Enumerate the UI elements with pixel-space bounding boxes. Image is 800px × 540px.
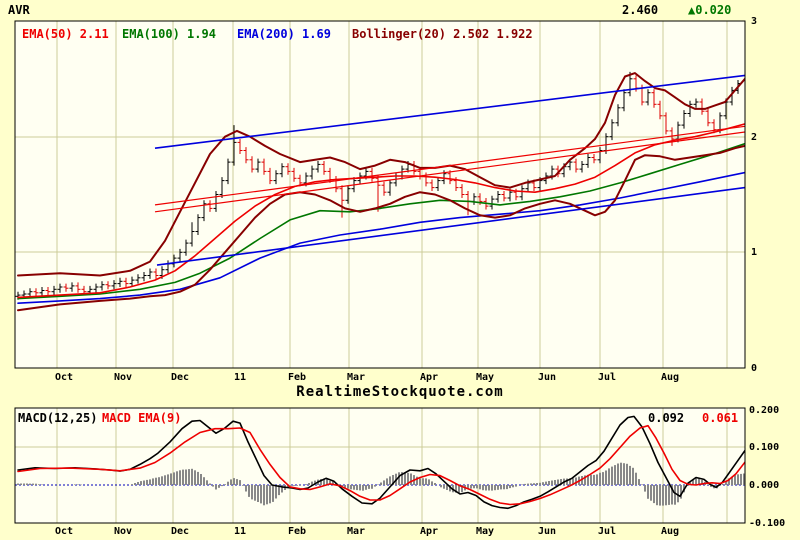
x-axis-label: Dec <box>170 526 190 537</box>
x-axis-label: Nov <box>113 372 133 383</box>
y-axis-label: -0.100 <box>749 518 786 529</box>
x-axis-label: Aug <box>660 372 680 383</box>
price-change: ▲0.020 <box>688 3 732 17</box>
y-axis-label: 1 <box>751 247 758 258</box>
legend-ema50: EMA(50) 2.11 <box>22 27 109 41</box>
x-axis-label: Jun <box>537 526 557 537</box>
x-axis-label: Mar <box>346 526 366 537</box>
y-axis-label: 2 <box>751 132 758 143</box>
chart-canvas <box>14 20 746 524</box>
x-axis-label: Jul <box>597 526 617 537</box>
last-price: 2.460 <box>622 3 659 17</box>
watermark: RealtimeStockquote.com <box>296 384 504 400</box>
y-axis-label: 0 <box>751 363 758 374</box>
x-axis-label: Feb <box>287 372 307 383</box>
x-axis-label: Oct <box>54 372 74 383</box>
stock-chart-page: AVR 2.460 ▲0.020 EMA(50) 2.11 EMA(100) 1… <box>0 0 800 540</box>
x-axis-label: Nov <box>113 526 133 537</box>
x-axis-label: Feb <box>287 526 307 537</box>
x-axis-label: May <box>475 372 495 383</box>
x-axis-label: Aug <box>660 526 680 537</box>
x-axis-label: Jul <box>597 372 617 383</box>
x-axis-label: Apr <box>419 372 439 383</box>
macd-signal-label: MACD EMA(9) <box>102 411 182 425</box>
y-axis-label: 0.100 <box>749 442 780 453</box>
y-axis-label: 3 <box>751 16 758 27</box>
macd-value: 0.092 <box>648 411 685 425</box>
x-axis-label: 11 <box>233 526 247 537</box>
x-axis-label: Dec <box>170 372 190 383</box>
ticker-symbol: AVR <box>8 3 30 17</box>
x-axis-label: Apr <box>419 526 439 537</box>
legend-bollinger: Bollinger(20) 2.502 1.922 <box>352 27 533 41</box>
x-axis-label: 11 <box>233 372 247 383</box>
macd-label: MACD(12,25) <box>18 411 98 425</box>
macd-signal-value: 0.061 <box>702 411 739 425</box>
x-axis-label: Mar <box>346 372 366 383</box>
y-axis-label: 0.000 <box>749 480 780 491</box>
legend-ema100: EMA(100) 1.94 <box>122 27 216 41</box>
x-axis-label: May <box>475 526 495 537</box>
legend-ema200: EMA(200) 1.69 <box>237 27 331 41</box>
y-axis-label: 0.200 <box>749 405 780 416</box>
x-axis-label: Oct <box>54 526 74 537</box>
x-axis-label: Jun <box>537 372 557 383</box>
